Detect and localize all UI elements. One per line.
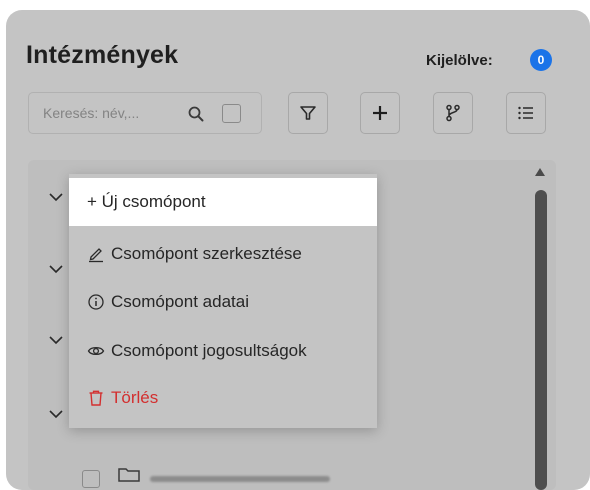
- search-input[interactable]: [43, 103, 185, 123]
- chevron-down-icon[interactable]: [48, 191, 64, 203]
- list-button[interactable]: [506, 92, 546, 134]
- plus-icon: [373, 106, 387, 120]
- filter-icon: [300, 106, 316, 120]
- tree-item-label-obscured: [150, 476, 330, 482]
- folder-icon: [118, 468, 140, 482]
- chevron-down-icon[interactable]: [48, 334, 64, 346]
- search-icon[interactable]: [187, 105, 205, 123]
- add-button[interactable]: [360, 92, 400, 134]
- chevron-down-icon[interactable]: [48, 263, 64, 275]
- chevron-down-icon[interactable]: [48, 408, 64, 420]
- search-box: [28, 92, 262, 134]
- pencil-icon: [89, 248, 103, 263]
- tree-item-checkbox[interactable]: [82, 470, 100, 488]
- menu-item-label: Csomópont adatai: [111, 292, 249, 311]
- scrollbar-thumb[interactable]: [535, 190, 547, 490]
- trash-icon: [89, 390, 103, 406]
- selected-count-label: Kijelölve:: [426, 52, 493, 69]
- list-icon: [518, 106, 533, 120]
- menu-item-label: Csomópont szerkesztése: [111, 244, 302, 263]
- scroll-up-arrow-icon[interactable]: [534, 167, 546, 177]
- menu-item-node-details[interactable]: Csomópont adatai: [69, 278, 377, 326]
- eye-icon: [87, 346, 105, 356]
- menu-item-edit-node[interactable]: Csomópont szerkesztése: [69, 230, 377, 278]
- menu-item-label: Csomópont jogosultságok: [111, 341, 307, 360]
- menu-item-delete[interactable]: Törlés: [69, 374, 377, 422]
- info-icon: [88, 294, 104, 310]
- selected-count-badge: 0: [530, 49, 552, 71]
- menu-item-label: + Új csomópont: [87, 192, 206, 211]
- menu-item-label: Törlés: [111, 388, 159, 407]
- search-checkbox[interactable]: [222, 104, 241, 123]
- branch-button[interactable]: [433, 92, 473, 134]
- branch-icon: [446, 104, 460, 122]
- filter-button[interactable]: [288, 92, 328, 134]
- page-title: Intézmények: [26, 41, 179, 69]
- menu-item-node-permissions[interactable]: Csomópont jogosultságok: [69, 327, 377, 375]
- menu-item-new-node[interactable]: + Új csomópont: [69, 178, 377, 226]
- context-menu: + Új csomópont Csomópont szerkesztése Cs…: [69, 174, 377, 428]
